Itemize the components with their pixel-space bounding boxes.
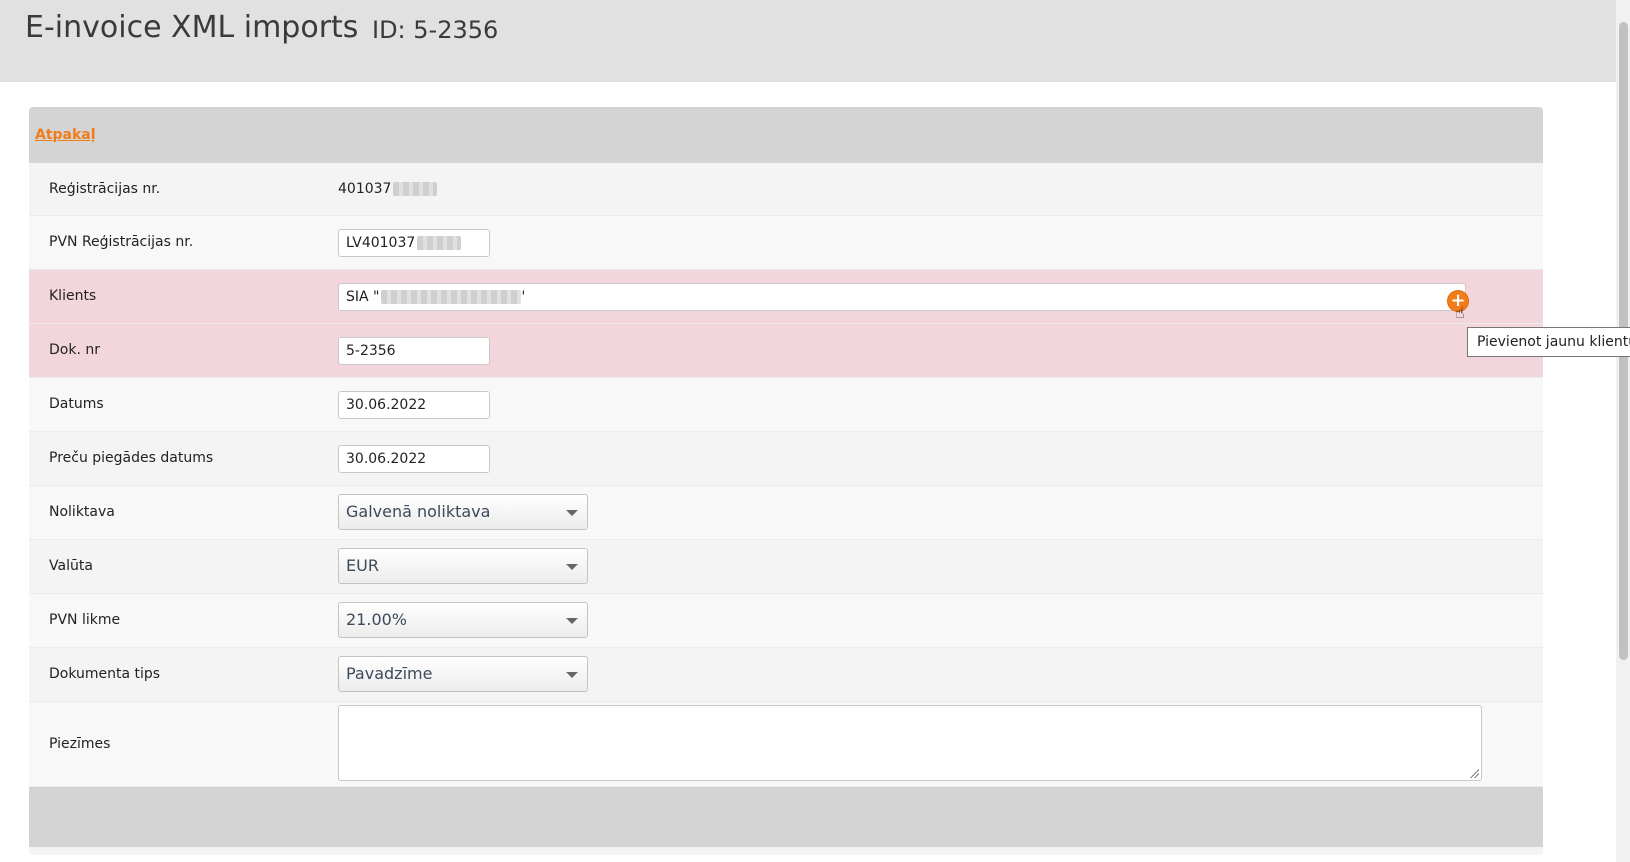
row-delivery-date: Preču piegādes datums 30.06.2022: [29, 432, 1543, 486]
page-title: E-invoice XML imports: [25, 10, 359, 45]
warehouse-select[interactable]: Galvenā noliktava: [338, 494, 588, 530]
row-doc-type: Dokumenta tips Pavadzīme: [29, 648, 1543, 702]
card-bottom-bar: [29, 787, 1543, 847]
chevron-down-icon: [566, 672, 578, 678]
redacted-block: [381, 290, 522, 304]
add-client-tooltip: Pievienot jaunu klientu: [1467, 327, 1630, 357]
client-value-prefix: SIA ": [346, 289, 380, 305]
notes-textarea[interactable]: [338, 705, 1482, 781]
currency-select[interactable]: EUR: [338, 548, 588, 584]
registration-value: 401037: [338, 163, 438, 215]
registration-label: Reģistrācijas nr.: [49, 181, 161, 197]
warehouse-label: Noliktava: [49, 504, 115, 520]
vat-registration-field[interactable]: LV401037: [338, 229, 490, 257]
doc-type-select[interactable]: Pavadzīme: [338, 656, 588, 692]
notes-label: Piezīmes: [49, 736, 111, 752]
chevron-down-icon: [566, 564, 578, 570]
chevron-down-icon: [566, 618, 578, 624]
date-label: Datums: [49, 396, 104, 412]
client-value-suffix: ': [521, 289, 526, 305]
currency-value: EUR: [346, 556, 379, 575]
row-doc-no: Dok. nr 5-2356: [29, 324, 1543, 378]
document-id: ID: 5-2356: [372, 16, 499, 44]
client-field[interactable]: SIA " ': [338, 283, 1466, 311]
redacted-block: [393, 182, 438, 196]
currency-label: Valūta: [49, 558, 93, 574]
chevron-down-icon: [566, 510, 578, 516]
vat-registration-value: LV401037: [346, 235, 416, 251]
vertical-scrollbar[interactable]: [1616, 0, 1630, 862]
client-label: Klients: [49, 288, 97, 304]
row-vat-registration: LV401037 PVN Reģistrācijas nr.: [29, 216, 1543, 270]
delivery-date-field[interactable]: 30.06.2022: [338, 445, 490, 473]
back-link[interactable]: Atpakaļ: [35, 127, 96, 143]
doc-type-value: Pavadzīme: [346, 664, 433, 683]
card-top-bar: Atpakaļ: [29, 107, 1543, 163]
row-vat-rate: PVN likme 21.00%: [29, 594, 1543, 648]
vat-rate-select[interactable]: 21.00%: [338, 602, 588, 638]
page-header: E-invoice XML imports ID: 5-2356: [0, 0, 1616, 82]
redacted-block: [417, 236, 462, 250]
row-notes: Piezīmes: [29, 702, 1543, 787]
registration-number: 401037: [338, 181, 392, 197]
resize-grip-icon[interactable]: [1469, 768, 1479, 778]
row-client: Klients SIA " ': [29, 270, 1543, 324]
warehouse-value: Galvenā noliktava: [346, 502, 491, 521]
row-registration: Reģistrācijas nr. 401037: [29, 163, 1543, 216]
import-form-card: Atpakaļ Reģistrācijas nr. 401037 LV40103…: [29, 107, 1543, 855]
row-warehouse: Noliktava Galvenā noliktava: [29, 486, 1543, 540]
hand-pointer-icon: ☝: [1455, 303, 1465, 322]
row-currency: Valūta EUR: [29, 540, 1543, 594]
doc-type-label: Dokumenta tips: [49, 666, 161, 682]
vat-rate-value: 21.00%: [346, 610, 408, 629]
doc-no-label: Dok. nr: [49, 342, 100, 358]
doc-no-field[interactable]: 5-2356: [338, 337, 490, 365]
delivery-date-label: Preču piegādes datums: [49, 450, 214, 466]
vat-registration-label: PVN Reģistrācijas nr.: [49, 234, 194, 250]
date-field[interactable]: 30.06.2022: [338, 391, 490, 419]
vat-rate-label: PVN likme: [49, 612, 121, 628]
row-date: Datums 30.06.2022: [29, 378, 1543, 432]
